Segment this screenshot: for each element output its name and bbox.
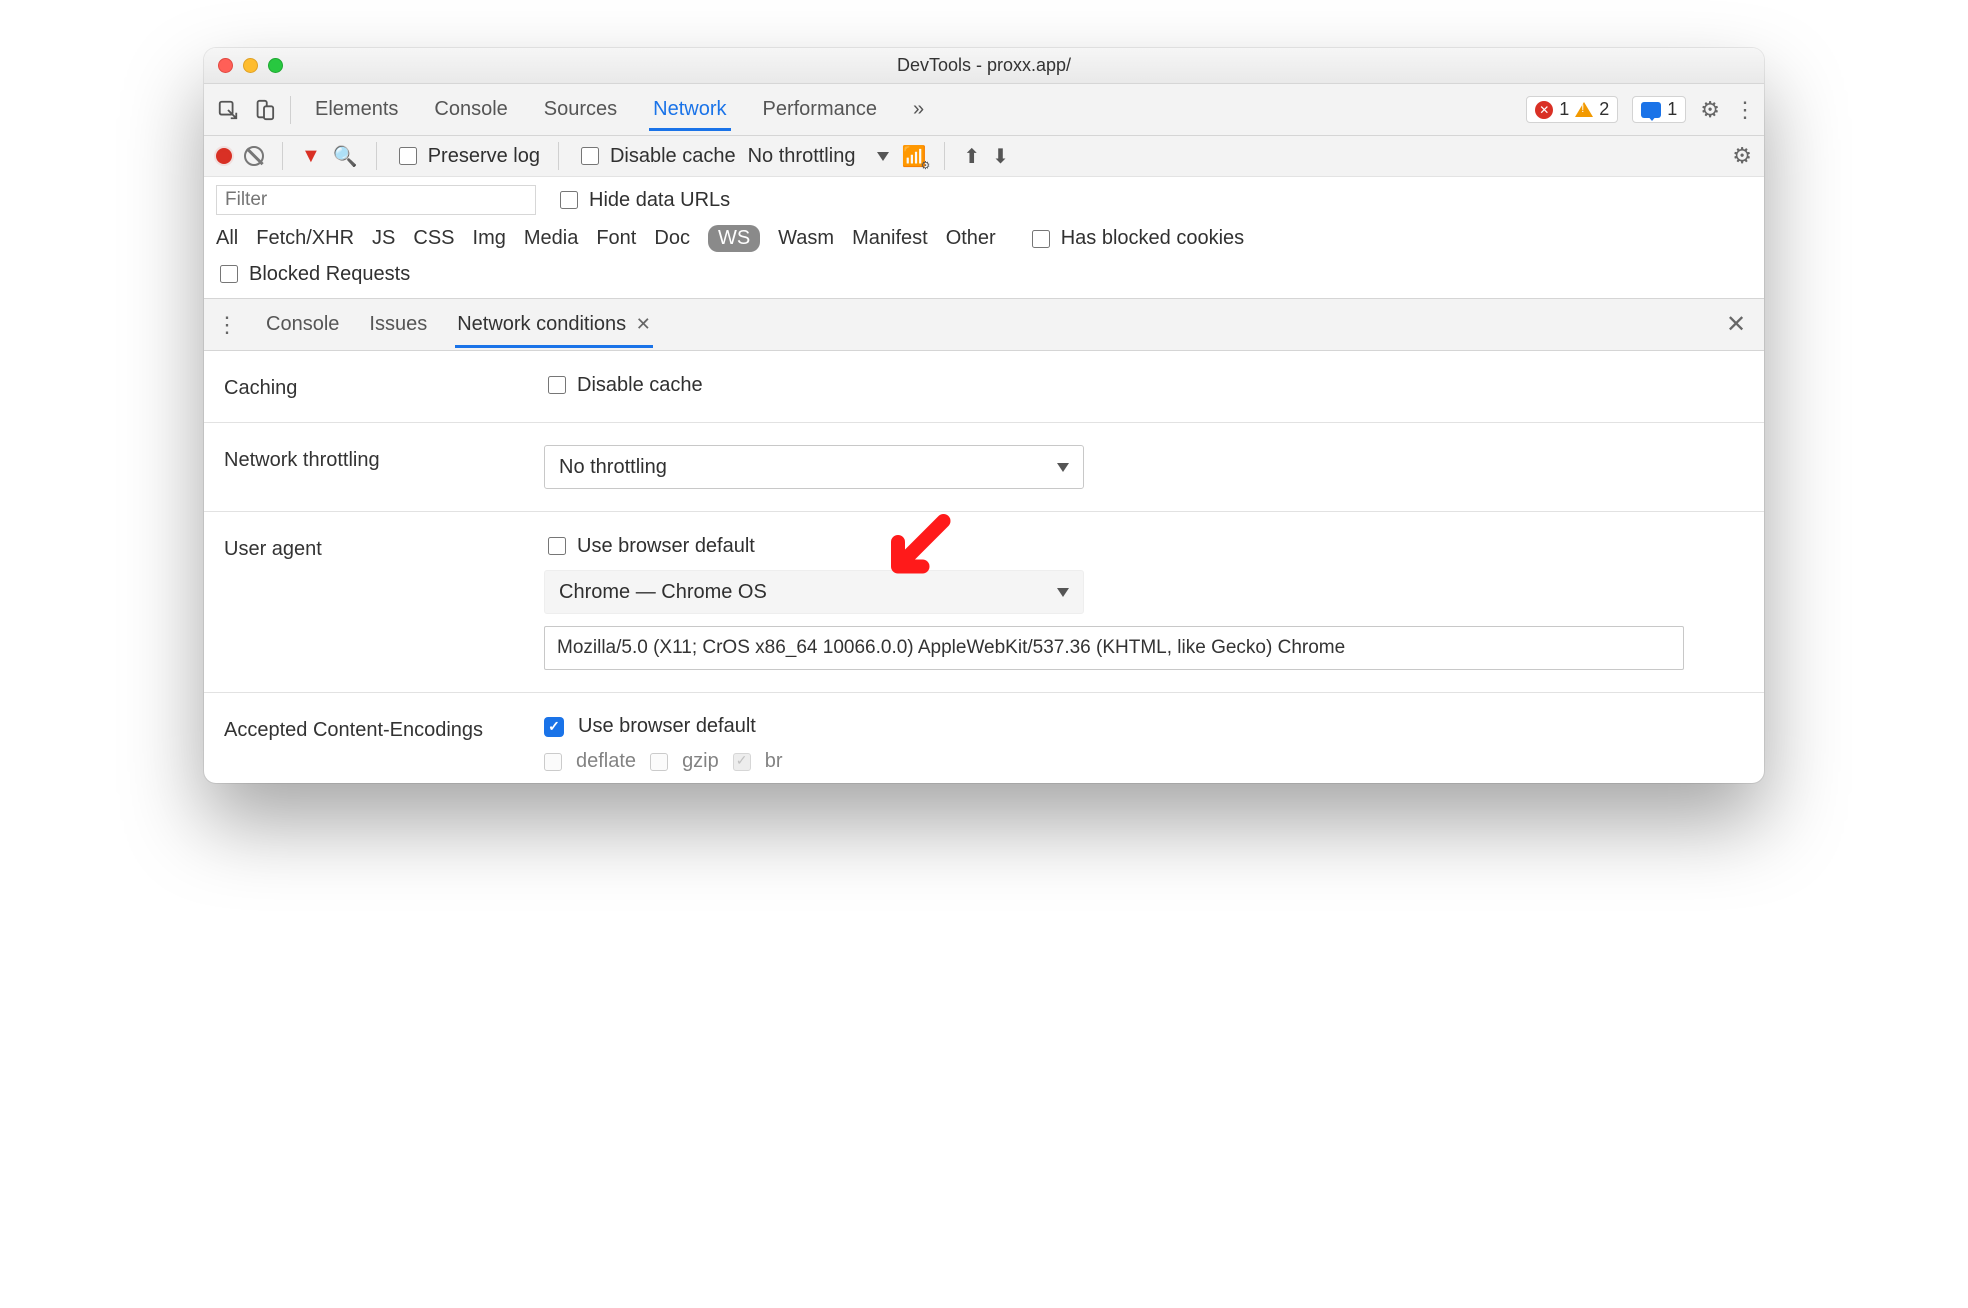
type-fetchxhr[interactable]: Fetch/XHR — [256, 227, 354, 250]
messages-count: 1 — [1667, 99, 1677, 120]
type-font[interactable]: Font — [596, 227, 636, 250]
titlebar: DevTools - proxx.app/ — [204, 48, 1764, 84]
more-icon[interactable]: ⋮ — [1734, 97, 1756, 123]
type-media[interactable]: Media — [524, 227, 578, 250]
deflate-checkbox[interactable] — [544, 753, 562, 771]
enc-use-default-row[interactable]: ✓ Use browser default — [544, 715, 1744, 738]
search-icon[interactable]: 🔍 — [333, 144, 358, 169]
warning-icon — [1575, 102, 1593, 117]
disable-cache-checkbox[interactable]: Disable cache — [577, 144, 736, 168]
tab-overflow[interactable]: » — [909, 88, 928, 131]
throttling-select[interactable]: No throttling — [748, 145, 890, 168]
error-icon: ✕ — [1535, 101, 1553, 119]
separator — [282, 142, 283, 170]
devtools-window: DevTools - proxx.app/ Elements Console S… — [204, 48, 1764, 783]
drawer-more-icon[interactable]: ⋮ — [216, 312, 238, 338]
preserve-log-checkbox[interactable]: Preserve log — [395, 144, 540, 168]
ua-string-input[interactable] — [544, 626, 1684, 670]
annotation-arrow-icon — [884, 514, 954, 584]
drawer-tabs: ⋮ Console Issues Network conditions ✕ ✕ — [204, 299, 1764, 351]
type-doc[interactable]: Doc — [654, 227, 690, 250]
throttling-label: Network throttling — [224, 445, 544, 472]
network-conditions-icon[interactable]: 📶⚙ — [901, 144, 926, 169]
device-toolbar-icon[interactable] — [248, 94, 280, 126]
record-button[interactable] — [216, 148, 232, 164]
close-tab-icon[interactable]: ✕ — [636, 314, 651, 334]
has-blocked-cookies-checkbox[interactable]: Has blocked cookies — [1028, 227, 1244, 251]
disable-cache-drawer-checkbox[interactable]: Disable cache — [544, 373, 1744, 397]
br-checkbox[interactable] — [733, 753, 751, 771]
warnings-count: 2 — [1599, 99, 1609, 120]
type-img[interactable]: Img — [473, 227, 506, 250]
toolbar-right: ✕ 1 2 1 ⚙ ⋮ — [1526, 96, 1756, 123]
message-icon — [1641, 102, 1661, 118]
user-agent-section: User agent Use browser default Chrome — … — [204, 512, 1764, 693]
hide-data-urls-checkbox[interactable]: Hide data URLs — [556, 188, 730, 212]
user-agent-label: User agent — [224, 534, 544, 561]
inspect-element-icon[interactable] — [212, 94, 244, 126]
drawer-tab-console[interactable]: Console — [264, 301, 341, 348]
separator — [376, 142, 377, 170]
drawer-tab-network-conditions[interactable]: Network conditions ✕ — [455, 301, 653, 348]
window-title: DevTools - proxx.app/ — [204, 55, 1764, 76]
tab-network[interactable]: Network — [649, 88, 730, 131]
main-toolbar: Elements Console Sources Network Perform… — [204, 84, 1764, 136]
type-all[interactable]: All — [216, 227, 238, 250]
tab-console[interactable]: Console — [430, 88, 511, 131]
type-filters: All Fetch/XHR JS CSS Img Media Font Doc … — [204, 215, 1764, 262]
filter-input[interactable] — [216, 185, 536, 215]
ua-use-default-checkbox[interactable]: Use browser default — [544, 534, 1744, 558]
checked-icon: ✓ — [544, 717, 564, 737]
messages-badge[interactable]: 1 — [1632, 96, 1686, 123]
separator — [944, 142, 945, 170]
export-har-icon[interactable]: ⬇︎ — [992, 144, 1009, 169]
filter-row: Hide data URLs — [204, 177, 1764, 215]
panel-tabs: Elements Console Sources Network Perform… — [301, 88, 928, 131]
type-css[interactable]: CSS — [413, 227, 454, 250]
chevron-down-icon — [1057, 463, 1069, 472]
throttling-drawer-select[interactable]: No throttling — [544, 445, 1084, 489]
type-other[interactable]: Other — [946, 227, 996, 250]
blocked-requests-checkbox[interactable]: Blocked Requests — [216, 262, 1752, 286]
caching-section: Caching Disable cache — [204, 351, 1764, 423]
type-js[interactable]: JS — [372, 227, 395, 250]
encodings-label: Accepted Content-Encodings — [224, 715, 544, 742]
settings-icon[interactable]: ⚙ — [1700, 97, 1720, 123]
tab-elements[interactable]: Elements — [311, 88, 402, 131]
separator — [558, 142, 559, 170]
caching-label: Caching — [224, 373, 544, 400]
clear-button[interactable] — [244, 146, 264, 166]
throttling-section: Network throttling No throttling — [204, 423, 1764, 512]
errors-warnings-badge[interactable]: ✕ 1 2 — [1526, 96, 1618, 123]
type-ws[interactable]: WS — [708, 225, 760, 252]
filter-toggle-icon[interactable]: ▼ — [301, 145, 321, 168]
tab-performance[interactable]: Performance — [759, 88, 882, 131]
chevron-down-icon — [877, 152, 889, 161]
ua-preset-select[interactable]: Chrome — Chrome OS — [544, 570, 1084, 614]
tab-sources[interactable]: Sources — [540, 88, 621, 131]
import-har-icon[interactable]: ⬆︎ — [963, 144, 980, 169]
separator — [290, 96, 291, 124]
gzip-checkbox[interactable] — [650, 753, 668, 771]
errors-count: 1 — [1559, 99, 1569, 120]
drawer-tab-issues[interactable]: Issues — [367, 301, 429, 348]
network-settings-icon[interactable]: ⚙ — [1732, 143, 1752, 169]
network-toolbar: ▼ 🔍 Preserve log Disable cache No thrott… — [204, 136, 1764, 177]
type-manifest[interactable]: Manifest — [852, 227, 928, 250]
type-wasm[interactable]: Wasm — [778, 227, 834, 250]
enc-options-row: deflate gzip br — [544, 750, 1744, 773]
drawer-close-icon[interactable]: ✕ — [1720, 310, 1752, 339]
chevron-down-icon — [1057, 588, 1069, 597]
encodings-section: Accepted Content-Encodings ✓ Use browser… — [204, 693, 1764, 783]
